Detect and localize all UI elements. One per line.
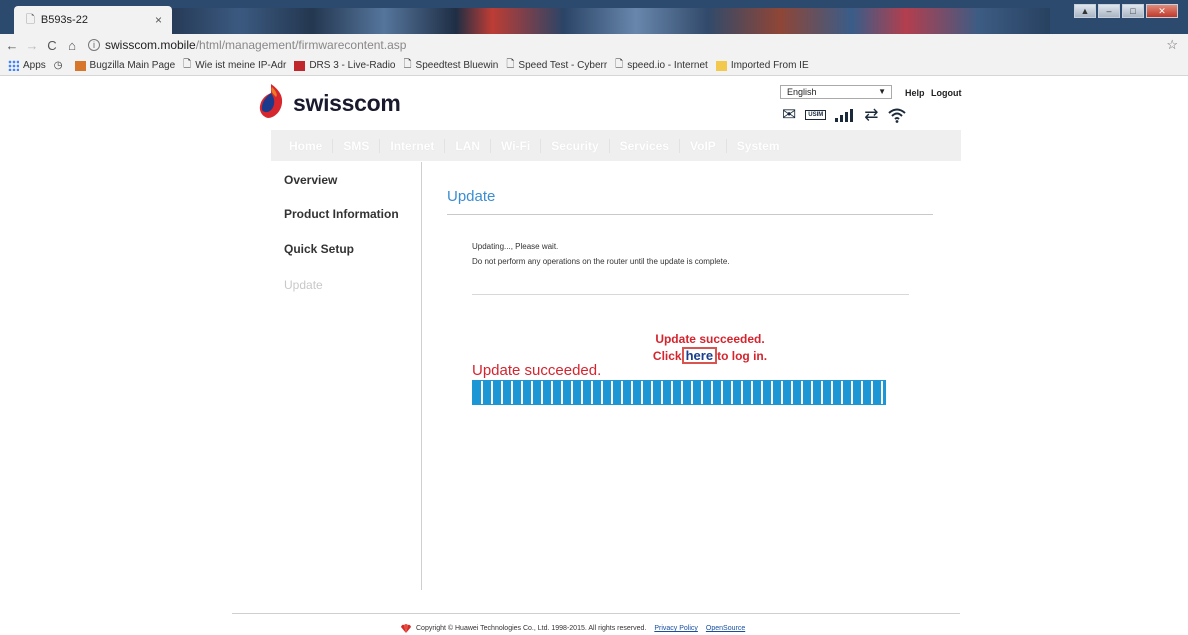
usim-icon: USIM [805, 110, 827, 120]
bookmark-speedtest-cyberr[interactable]: 🗋 Speed Test - Cyberr [506, 57, 607, 74]
sidebar-item-quick-setup[interactable]: Quick Setup [284, 242, 354, 256]
tab-title: B593s-22 [40, 14, 88, 26]
tab-strip-background [150, 8, 1050, 34]
swisscom-logo-icon [259, 84, 283, 118]
url-path: /html/management/firmwarecontent.asp [195, 38, 407, 52]
browser-tab[interactable]: 🗋 B593s-22 × [14, 6, 172, 34]
url-host: swisscom.mobile [105, 38, 196, 52]
nav-system[interactable]: System [727, 139, 790, 153]
address-bar: ← → C ⌂ i swisscom.mobile/html/managemen… [0, 34, 1188, 56]
footer-divider [232, 613, 960, 614]
apps-grid-icon [8, 60, 19, 71]
window-controls: ▲ – □ ✕ [1074, 4, 1178, 18]
sidebar-divider [421, 162, 422, 590]
wifi-icon [887, 108, 906, 123]
bookmarks-bar: Apps ◷ Bugzilla Main Page 🗋 Wie ist meine… [0, 56, 1188, 76]
message-divider [472, 294, 909, 295]
sidebar-item-update[interactable]: Update [284, 278, 323, 292]
page-icon: 🗋 [403, 59, 412, 70]
warning-message: Do not perform any operations on the rou… [472, 257, 730, 266]
back-icon[interactable]: ← [4, 38, 20, 53]
page-icon: 🗋 [615, 59, 624, 70]
footer: Copyright © Huawei Technologies Co., Ltd… [400, 624, 745, 633]
popup-click-text: Click [652, 349, 682, 363]
updating-message: Updating..., Please wait. [472, 242, 559, 251]
page-icon: 🗋 [26, 13, 35, 26]
brand-logo-text: swisscom [293, 90, 401, 116]
url-field[interactable]: i swisscom.mobile/html/management/firmwa… [88, 38, 406, 52]
bugzilla-icon [74, 60, 86, 71]
main-nav: Home SMS Internet LAN Wi-Fi Security Ser… [271, 130, 961, 161]
language-select[interactable]: English ▼ [780, 85, 892, 99]
signal-strength-icon [835, 109, 854, 122]
update-success-popup: Update succeeded. Click here to log in. [620, 331, 800, 364]
history-icon[interactable]: ◷ [54, 60, 67, 71]
bookmark-bugzilla[interactable]: Bugzilla Main Page [74, 60, 175, 71]
copyright-text: Copyright © Huawei Technologies Co., Ltd… [416, 625, 647, 632]
nav-security[interactable]: Security [541, 138, 610, 153]
sms-envelope-icon[interactable]: ✉ [782, 105, 796, 125]
minimize-window-button[interactable]: – [1098, 4, 1120, 18]
data-transfer-icon: ⇄ [864, 105, 879, 124]
nav-wifi[interactable]: Wi-Fi [491, 138, 542, 153]
page-title: Update [447, 188, 496, 205]
bookmark-star-icon[interactable]: ☆ [1166, 37, 1178, 53]
opensource-link[interactable]: OpenSource [706, 625, 745, 632]
status-icons: ✉ USIM ⇄ [782, 104, 906, 126]
popup-success-text: Update succeeded. [655, 332, 765, 346]
bookmark-drs3[interactable]: DRS 3 - Live-Radio [294, 60, 395, 71]
srf-icon [294, 60, 306, 71]
update-status-text: Update succeeded. [472, 362, 602, 379]
reload-icon[interactable]: C [44, 38, 60, 53]
chevron-down-icon: ▼ [878, 87, 886, 96]
nav-internet[interactable]: Internet [380, 138, 446, 153]
close-window-button[interactable]: ✕ [1146, 4, 1178, 18]
sidebar-item-product-information[interactable]: Product Information [284, 207, 399, 221]
tab-close-icon[interactable]: × [155, 13, 162, 27]
bookmark-apps[interactable]: Apps [8, 60, 46, 71]
nav-voip[interactable]: VoIP [680, 138, 727, 153]
sidebar-item-overview[interactable]: Overview [284, 173, 337, 187]
nav-sms[interactable]: SMS [333, 138, 381, 153]
title-divider [447, 214, 933, 215]
privacy-policy-link[interactable]: Privacy Policy [654, 625, 698, 632]
home-icon[interactable]: ⌂ [64, 38, 80, 53]
forward-icon[interactable]: → [24, 38, 40, 53]
bookmark-speedio[interactable]: 🗋 speed.io - Internet [615, 57, 708, 74]
nav-lan[interactable]: LAN [445, 138, 492, 153]
restore-window-button[interactable]: ▲ [1074, 4, 1096, 18]
browser-tab-strip: 🗋 B593s-22 × ▲ – □ ✕ [0, 0, 1188, 34]
info-icon[interactable]: i [88, 39, 100, 51]
logout-link[interactable]: Logout [931, 88, 962, 98]
bookmark-ip[interactable]: 🗋 Wie ist meine IP-Adr [183, 57, 286, 74]
bookmark-folder-ie[interactable]: Imported From IE [715, 60, 809, 71]
update-progress-bar [472, 380, 886, 405]
page-icon: 🗋 [506, 59, 515, 70]
bookmark-speedtest-bluewin[interactable]: 🗋 Speedtest Bluewin [403, 57, 498, 74]
folder-icon [715, 60, 727, 71]
login-here-link[interactable]: here [681, 347, 718, 364]
page-icon: 🗋 [183, 59, 192, 70]
nav-home[interactable]: Home [279, 138, 334, 153]
nav-services[interactable]: Services [610, 138, 681, 153]
help-link[interactable]: Help [905, 88, 925, 98]
maximize-window-button[interactable]: □ [1122, 4, 1144, 18]
popup-tail-text: to log in. [717, 349, 768, 363]
huawei-logo-icon [401, 624, 411, 633]
